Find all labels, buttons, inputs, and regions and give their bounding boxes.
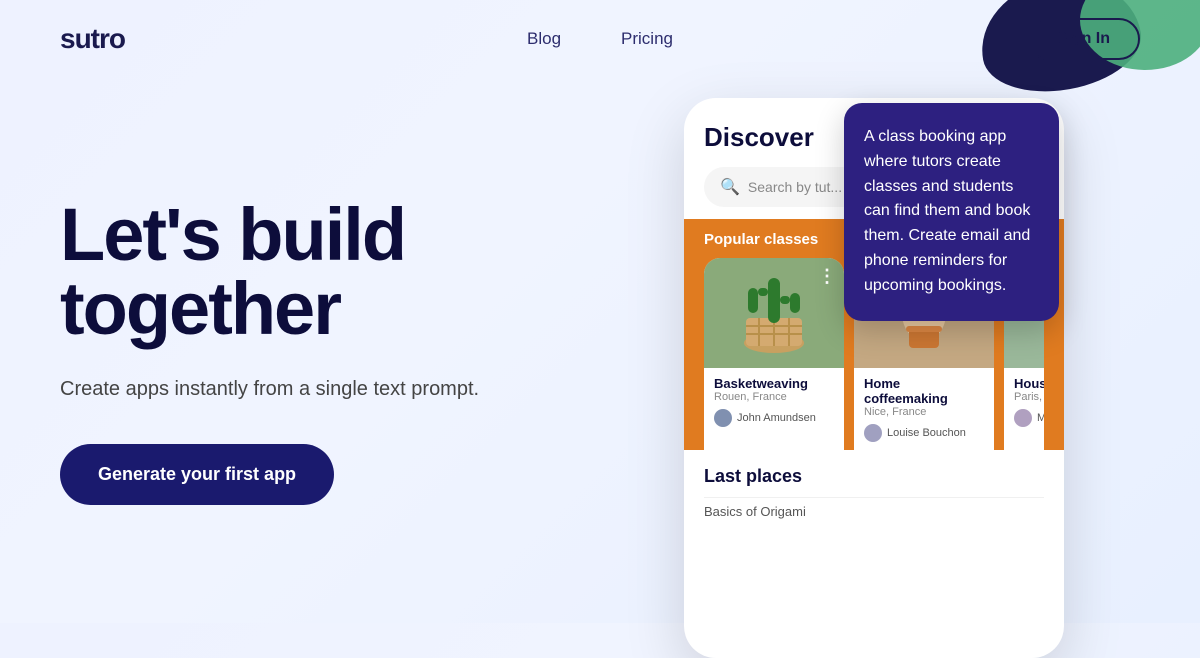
card-name-coffeemaking: Home coffeemaking xyxy=(864,376,984,406)
class-card-basketweaving[interactable]: ⋮ Basketweaving Rouen, France John Amund… xyxy=(704,258,844,450)
sign-in-button[interactable]: Sign In xyxy=(1027,18,1140,60)
search-icon: 🔍 xyxy=(720,177,740,197)
hero-section: Let's build together Create apps instant… xyxy=(0,98,1200,608)
card-location-coffeemaking: Nice, France xyxy=(864,406,984,418)
hero-subtitle: Create apps instantly from a single text… xyxy=(60,374,654,404)
avatar-basketweaving xyxy=(714,409,732,427)
card-info-basketweaving: Basketweaving Rouen, France John Amundse… xyxy=(704,368,844,435)
card-name-basketweaving: Basketweaving xyxy=(714,376,834,391)
avatar-houseplant xyxy=(1014,409,1032,427)
card-location-basketweaving: Rouen, France xyxy=(714,391,834,403)
search-placeholder-text: Search by tut... xyxy=(748,179,842,195)
tooltip-box: A class booking app where tutors create … xyxy=(844,103,1059,321)
last-places-section: Last places Basics of Origami xyxy=(684,450,1064,525)
card-author-coffeemaking: Louise Bouchon xyxy=(864,424,984,442)
hero-title: Let's build together xyxy=(60,198,654,346)
card-name-houseplant: Housepla... xyxy=(1014,376,1044,391)
logo[interactable]: sutro xyxy=(60,23,125,55)
last-item-origami[interactable]: Basics of Origami xyxy=(704,497,1044,525)
last-places-label: Last places xyxy=(704,466,1044,487)
nav-links: Blog Pricing xyxy=(527,29,673,49)
card-image-basketweaving: ⋮ xyxy=(704,258,844,368)
card-author-houseplant: Michèle f... xyxy=(1014,409,1044,427)
card-author-basketweaving: John Amundsen xyxy=(714,409,834,427)
hero-left: Let's build together Create apps instant… xyxy=(60,98,654,608)
avatar-coffeemaking xyxy=(864,424,882,442)
nav-pricing[interactable]: Pricing xyxy=(621,29,673,48)
navbar: sutro Blog Pricing Sign In xyxy=(0,0,1200,78)
hero-right: Discover 🔍 Search by tut... Popular clas… xyxy=(654,88,1140,608)
card-location-houseplant: Paris, Fran... xyxy=(1014,391,1044,403)
card-info-houseplant: Housepla... Paris, Fran... Michèle f... xyxy=(1004,368,1044,435)
hero-title-line1: Let's build xyxy=(60,193,405,276)
card-menu-dots[interactable]: ⋮ xyxy=(818,266,836,287)
hero-title-line2: together xyxy=(60,267,340,350)
tooltip-text: A class booking app where tutors create … xyxy=(864,128,1030,294)
card-info-coffeemaking: Home coffeemaking Nice, France Louise Bo… xyxy=(854,368,994,450)
generate-first-app-button[interactable]: Generate your first app xyxy=(60,444,334,505)
nav-blog[interactable]: Blog xyxy=(527,29,561,48)
